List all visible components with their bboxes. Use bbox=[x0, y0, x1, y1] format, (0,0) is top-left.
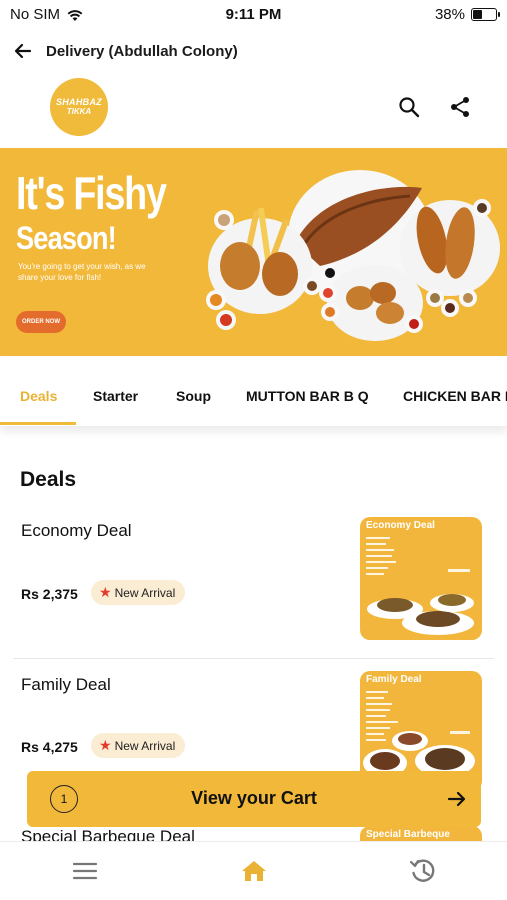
category-tabs: Deals Starter Soup MUTTON BAR B Q CHICKE… bbox=[0, 356, 507, 426]
section-title: Deals bbox=[20, 468, 77, 491]
banner-headline-2: Season! bbox=[16, 220, 117, 256]
share-icon bbox=[451, 97, 469, 117]
tab-soup[interactable]: Soup bbox=[176, 388, 211, 404]
restaurant-logo: SHAHBAZ TIKKA bbox=[50, 78, 108, 136]
battery-percent: 38% bbox=[434, 6, 465, 23]
arrow-right-icon bbox=[447, 791, 466, 807]
arrow-left-icon bbox=[14, 43, 32, 59]
nav-menu-button[interactable] bbox=[70, 856, 100, 886]
promo-banner[interactable]: It's Fishy Season! You're going to get y… bbox=[0, 148, 507, 356]
star-icon: ★ bbox=[99, 737, 112, 753]
top-bar: Delivery (Abdullah Colony) bbox=[0, 34, 507, 68]
status-bar: No SIM 9:11 PM 38% bbox=[0, 0, 507, 30]
nav-history-button[interactable] bbox=[408, 856, 438, 886]
deal-food-image bbox=[366, 537, 474, 635]
back-button[interactable] bbox=[0, 34, 46, 68]
delivery-location-title[interactable]: Delivery (Abdullah Colony) bbox=[46, 43, 238, 60]
bottom-nav bbox=[0, 841, 507, 900]
battery-icon bbox=[471, 8, 500, 21]
search-button[interactable] bbox=[394, 92, 424, 122]
view-cart-label: View your Cart bbox=[191, 788, 317, 808]
view-cart-bar[interactable]: 1 View your Cart bbox=[27, 771, 481, 827]
logo-line2: TIKKA bbox=[66, 107, 92, 116]
home-icon bbox=[242, 861, 266, 881]
search-icon bbox=[399, 97, 420, 118]
banner-headline: It's Fishy bbox=[16, 167, 167, 219]
menu-icon bbox=[72, 862, 98, 880]
thumbnail-title: Special Barbeque bbox=[366, 829, 450, 840]
item-price: Rs 4,275 bbox=[21, 739, 78, 755]
share-button[interactable] bbox=[445, 92, 475, 122]
tab-chicken-bar-b[interactable]: CHICKEN BAR B bbox=[403, 388, 507, 404]
banner-tagline: You're going to get your wish, as we sha… bbox=[18, 262, 146, 282]
brand-row: SHAHBAZ TIKKA bbox=[0, 78, 507, 138]
item-thumbnail: Economy Deal bbox=[360, 517, 482, 640]
item-name: Family Deal bbox=[21, 675, 111, 694]
active-tab-indicator bbox=[0, 422, 76, 425]
item-price: Rs 2,375 bbox=[21, 586, 78, 602]
clock: 9:11 PM bbox=[225, 6, 282, 23]
tab-deals[interactable]: Deals bbox=[20, 388, 57, 404]
badge-label: New Arrival bbox=[114, 585, 176, 600]
star-icon: ★ bbox=[99, 584, 112, 600]
item-name: Economy Deal bbox=[21, 521, 132, 540]
status-badge: ★ New Arrival bbox=[91, 733, 186, 758]
badge-label: New Arrival bbox=[114, 738, 176, 753]
order-now-button[interactable]: ORDER NOW bbox=[16, 311, 66, 333]
tab-starter[interactable]: Starter bbox=[93, 388, 138, 404]
menu-item-economy-deal[interactable]: Economy Deal Rs 2,375 ★ New Arrival Econ… bbox=[13, 517, 494, 643]
logo-line1: SHAHBAZ bbox=[55, 97, 103, 107]
nav-home-button[interactable] bbox=[239, 856, 269, 886]
tab-mutton-bar-b-q[interactable]: MUTTON BAR B Q bbox=[246, 388, 369, 404]
status-badge: ★ New Arrival bbox=[91, 580, 186, 605]
item-divider bbox=[13, 658, 494, 659]
status-right: 38% bbox=[434, 6, 500, 23]
history-icon bbox=[409, 859, 435, 882]
fish-platter-image bbox=[206, 170, 500, 341]
